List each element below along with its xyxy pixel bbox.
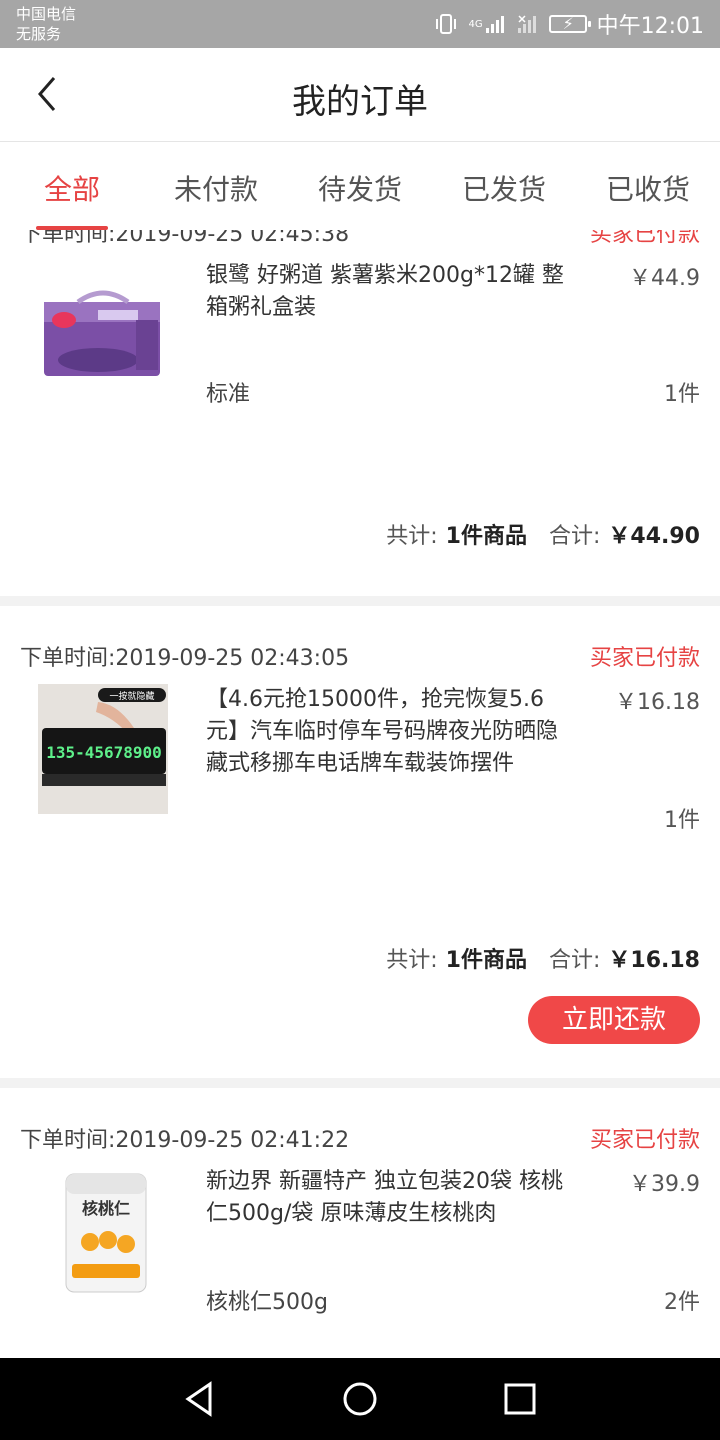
order-time: 下单时间:2019-09-25 02:43:05: [20, 646, 350, 671]
order-time: 下单时间:2019-09-25 02:45:38: [20, 230, 350, 247]
total-label: 共计:: [386, 948, 438, 973]
tab-shipped[interactable]: 已发货: [432, 142, 576, 230]
nav-back-button[interactable]: [180, 1379, 220, 1419]
total-items: 1件商品: [445, 948, 527, 973]
product-name[interactable]: 银鹭 好粥道 紫薯紫米200g*12罐 整箱粥礼盒装: [206, 260, 576, 324]
no-signal-icon: [517, 14, 539, 34]
clock: 中午12:01: [596, 14, 704, 39]
order-summary: 共计: 1件商品 合计: ￥44.90: [386, 518, 700, 550]
product-name[interactable]: 【4.6元抢15000件，抢完恢复5.6元】汽车临时停车号码牌夜光防晒隐藏式移挪…: [206, 684, 576, 780]
square-recents-icon: [504, 1383, 536, 1415]
sum-amount: ￥16.18: [608, 948, 700, 973]
product-spec: 标准: [206, 382, 251, 407]
order-tabs: 全部 未付款 待发货 已发货 已收货: [0, 142, 720, 230]
sum-label: 合计:: [548, 524, 601, 549]
product-price: ￥16.18: [615, 690, 700, 715]
nav-home-button[interactable]: [340, 1379, 380, 1419]
order-card[interactable]: 下单时间:2019-09-25 02:45:38 买家已付款 银鹭 好粥道 紫薯…: [0, 230, 720, 596]
service-status: 无服务: [16, 25, 62, 43]
product-quantity: 1件: [664, 808, 700, 833]
order-card[interactable]: 下单时间:2019-09-25 02:43:05 买家已付款 一按就隐藏 135…: [0, 606, 720, 1074]
total-label: 共计:: [386, 524, 438, 549]
order-card[interactable]: 下单时间:2019-09-25 02:41:22 买家已付款 核桃仁 新边界 新…: [0, 1088, 720, 1358]
carrier-name: 中国电信: [16, 5, 77, 23]
order-time: 下单时间:2019-09-25 02:41:22: [20, 1128, 350, 1153]
divider: [0, 596, 720, 606]
signal-4g-icon: 4G: [468, 14, 506, 34]
thumb-plate-text: 135-45678900: [46, 743, 162, 762]
order-summary: 共计: 1件商品 合计: ￥16.18: [386, 942, 700, 974]
app-header: 我的订单: [0, 48, 720, 142]
carrier-info: 中国电信 无服务: [16, 4, 76, 44]
triangle-back-icon: [185, 1381, 212, 1417]
nav-recents-button[interactable]: [500, 1379, 540, 1419]
thumb-label-text: 核桃仁: [82, 1199, 130, 1218]
order-status: 买家已付款: [589, 646, 700, 671]
product-thumbnail[interactable]: [38, 280, 168, 410]
product-price: ￥39.9: [629, 1172, 700, 1197]
order-list[interactable]: 下单时间:2019-09-25 02:45:38 买家已付款 银鹭 好粥道 紫薯…: [0, 230, 720, 1358]
network-type: 4G: [468, 18, 483, 30]
tab-received[interactable]: 已收货: [576, 142, 720, 230]
status-icons: 4G ⚡ 中午12:01: [434, 10, 704, 39]
tab-unpaid[interactable]: 未付款: [144, 142, 288, 230]
vibrate-icon: [434, 13, 458, 35]
product-thumbnail[interactable]: 核桃仁: [38, 1166, 168, 1296]
tab-all[interactable]: 全部: [0, 142, 144, 230]
sum-label: 合计:: [548, 948, 601, 973]
order-status: 买家已付款: [589, 1128, 700, 1153]
product-price: ￥44.9: [629, 266, 700, 291]
divider: [0, 1078, 720, 1088]
product-name[interactable]: 新边界 新疆特产 独立包装20袋 核桃仁500g/袋 原味薄皮生核桃肉: [206, 1166, 576, 1230]
system-nav-bar: [0, 1358, 720, 1440]
status-bar: 中国电信 无服务 4G ⚡ 中午12:01: [0, 0, 720, 48]
circle-home-icon: [343, 1382, 377, 1416]
thumb-badge-text: 一按就隐藏: [109, 690, 154, 702]
page-title: 我的订单: [292, 82, 428, 122]
product-quantity: 2件: [664, 1290, 700, 1315]
product-thumbnail[interactable]: 一按就隐藏 135-45678900: [38, 684, 168, 814]
sum-amount: ￥44.90: [608, 524, 700, 549]
product-quantity: 1件: [664, 382, 700, 407]
total-items: 1件商品: [445, 524, 527, 549]
repay-button[interactable]: 立即还款: [528, 996, 700, 1044]
product-spec: 核桃仁500g: [206, 1290, 328, 1315]
tab-to-ship[interactable]: 待发货: [288, 142, 432, 230]
order-status: 买家已付款: [589, 230, 700, 247]
battery-icon: ⚡: [548, 14, 591, 33]
